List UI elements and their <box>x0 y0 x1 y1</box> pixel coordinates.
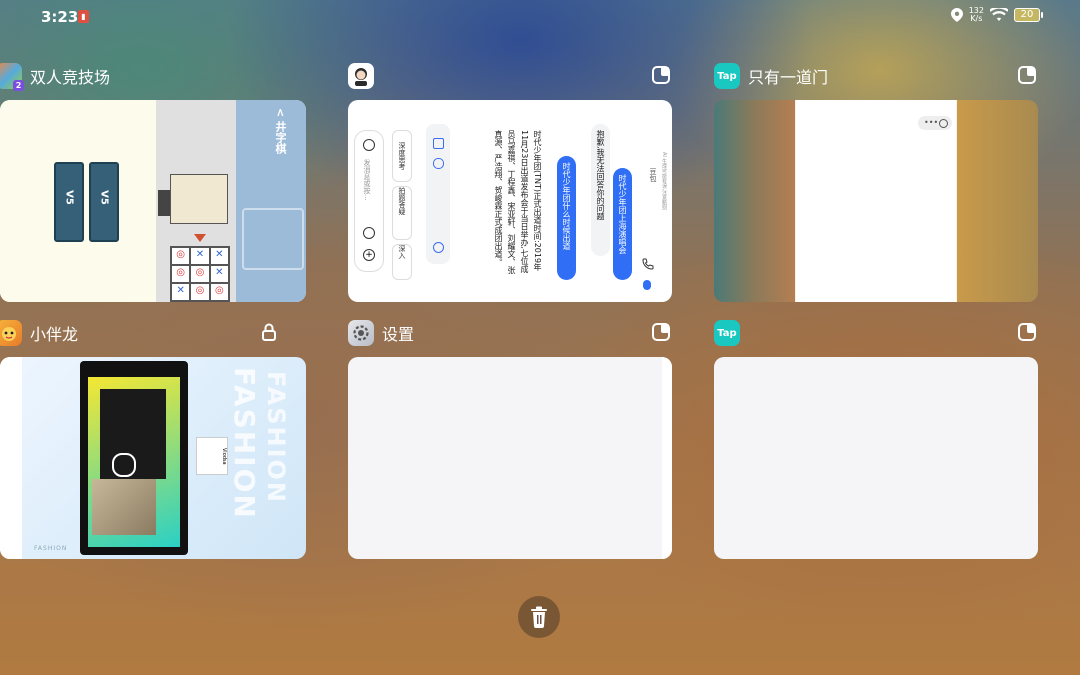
reply-actions <box>426 124 450 264</box>
split-screen-icon[interactable] <box>1016 64 1038 86</box>
brand-card: Viodsa <box>196 437 228 475</box>
app-icon-badge: 2 <box>13 80 24 91</box>
app-preview[interactable]: 豆包 AI 生成可能有误,注意甄别 时代少年团上海演唱会 抱歉,我无法回答你的问… <box>348 100 672 302</box>
card-header: Tap 只有一道门 <box>714 62 1038 90</box>
location-icon <box>950 8 963 22</box>
status-bar: 3:23 ▮ 132 K/s 20 <box>0 0 1080 34</box>
network-speed: 132 K/s <box>969 7 984 23</box>
vs-player-button[interactable]: V5 <box>54 162 84 242</box>
card-header <box>348 62 672 90</box>
app-name: 设置 <box>382 325 415 344</box>
status-right-group: 132 K/s 20 <box>950 7 1043 23</box>
like-icon[interactable] <box>433 158 444 169</box>
chat-app-icon <box>348 63 374 89</box>
vs-label: V5 <box>98 190 110 205</box>
fashion-watermark: FASHION <box>228 367 261 520</box>
vs-label: V5 <box>63 190 75 205</box>
phone-icon[interactable] <box>642 258 654 270</box>
battery-icon: 20 <box>1014 8 1043 22</box>
user-message-bubble: 时代少年团上海演唱会 <box>613 168 632 280</box>
fashion-watermark: FASHION <box>262 371 290 505</box>
plus-icon[interactable]: + <box>363 249 375 261</box>
recent-app-card-only-one-door[interactable]: Tap 只有一道门 ••• <box>714 62 1038 304</box>
video-frame[interactable] <box>80 361 188 555</box>
game-right-panel: < 井字棋 <box>236 100 306 302</box>
arrow-down-icon <box>194 234 206 242</box>
settings-right-strip <box>662 357 672 559</box>
tic-tac-toe-thumbnail[interactable]: ◎ ✕ ✕ ◎ ◎ ✕ ✕ ◎ ◎ <box>170 246 230 302</box>
app-preview[interactable] <box>714 357 1038 559</box>
avatar-icon <box>355 68 367 86</box>
bot-reply-bubble: 时代少年团(TNT)正式出道时间:2019年11月23日出道发布会于当日举办,七… <box>472 124 548 284</box>
brand-text: Viodsa <box>221 447 227 465</box>
vs-robot-button[interactable]: V5 <box>89 162 119 242</box>
card-header: 2 双人竞技场 <box>0 62 306 91</box>
xiaobanlong-app-icon <box>0 320 22 346</box>
game-side-tab[interactable]: < 井字棋 <box>272 108 288 154</box>
dragon-face-icon <box>2 327 16 341</box>
gear-icon <box>353 325 369 341</box>
tap-app-icon: Tap <box>714 320 740 346</box>
chat-input-bar[interactable]: 发消息或按... + <box>354 130 384 272</box>
chip-more[interactable]: 深入 <box>392 244 412 280</box>
app-name: 小伴龙 <box>30 325 79 344</box>
user-message-bubble: 时代少年团什么时候出道 <box>557 156 576 280</box>
recent-app-card-arena[interactable]: 2 双人竞技场 V5 V5 ◎ ✕ ✕ ◎ ◎ ✕ ✕ ◎ ◎ < 井字棋 <box>0 62 306 304</box>
split-screen-icon[interactable] <box>650 321 672 343</box>
chat-header-sub: AI 生成可能有误,注意甄别 <box>661 152 667 211</box>
bot-reply-bubble: 抱歉,我无法回答你的问题 <box>591 124 610 256</box>
chip-deep-think[interactable]: 深度思考 <box>392 130 412 182</box>
chat-header-title: 豆包 <box>649 168 657 182</box>
chat-input-placeholder: 发消息或按... <box>363 159 371 201</box>
card-header: 设置 <box>348 319 672 347</box>
split-screen-icon[interactable] <box>1016 321 1038 343</box>
close-circle-icon[interactable] <box>939 119 948 128</box>
faded-tic-tac-toe-icon <box>242 208 304 270</box>
card-header: 小伴龙 <box>0 319 306 347</box>
more-icon[interactable]: ••• <box>924 118 938 127</box>
arena-app-icon: 2 <box>0 63 24 91</box>
split-screen-icon[interactable] <box>650 64 672 86</box>
footer-text: FASHION <box>34 545 68 552</box>
camera-icon[interactable] <box>363 139 375 151</box>
chip-label: 深入 <box>398 245 406 259</box>
chip-label: 深度思考 <box>398 142 406 170</box>
game-left-panel: V5 V5 <box>0 100 156 302</box>
app-name: 双人竞技场 <box>30 68 111 87</box>
game-middle-panel: ◎ ✕ ✕ ◎ ◎ ✕ ✕ ◎ ◎ <box>156 100 236 302</box>
lock-icon[interactable] <box>258 321 280 343</box>
settings-app-icon <box>348 320 374 346</box>
app-preview[interactable] <box>348 357 672 559</box>
recent-app-card-tap[interactable]: Tap <box>714 319 1038 561</box>
voice-input-icon[interactable] <box>363 227 375 239</box>
tap-hand-icon <box>112 453 136 477</box>
chat-header: 豆包 <box>648 168 658 182</box>
miniprogram-capsule[interactable]: ••• <box>918 116 952 130</box>
battery-level: 20 <box>1020 9 1034 20</box>
chip-photo-question[interactable]: 拍题答疑 <box>392 186 412 240</box>
selected-game-label <box>158 190 170 216</box>
app-preview[interactable]: V5 V5 ◎ ✕ ✕ ◎ ◎ ✕ ✕ ◎ ◎ < 井字棋 <box>0 100 306 302</box>
network-speed-unit: K/s <box>970 14 983 23</box>
tap-app-icon: Tap <box>714 63 740 89</box>
card-header: Tap <box>714 319 1038 347</box>
left-strip <box>0 357 22 559</box>
recording-indicator-icon: ▮ <box>78 10 89 23</box>
app-name: 只有一道门 <box>748 68 829 87</box>
app-preview[interactable]: ••• <box>714 100 1038 302</box>
status-time: 3:23 <box>41 8 79 26</box>
clear-all-button[interactable] <box>518 596 560 638</box>
app-preview[interactable]: FASHION FASHION Viodsa FASHION <box>0 357 306 559</box>
go-board-thumbnail[interactable] <box>170 174 228 224</box>
recent-app-card-xiaobanlong[interactable]: 小伴龙 FASHION FASHION Viodsa FASHION <box>0 319 306 561</box>
copy-icon[interactable] <box>433 138 444 149</box>
video-photo <box>92 479 156 535</box>
chip-label: 拍题答疑 <box>398 187 406 215</box>
recent-app-card-chat[interactable]: 豆包 AI 生成可能有误,注意甄别 时代少年团上海演唱会 抱歉,我无法回答你的问… <box>348 62 672 304</box>
wifi-icon <box>990 8 1008 21</box>
trash-icon <box>531 606 547 628</box>
refresh-icon[interactable] <box>433 242 444 253</box>
voice-icon[interactable] <box>643 280 651 290</box>
recent-app-card-settings[interactable]: 设置 <box>348 319 672 561</box>
